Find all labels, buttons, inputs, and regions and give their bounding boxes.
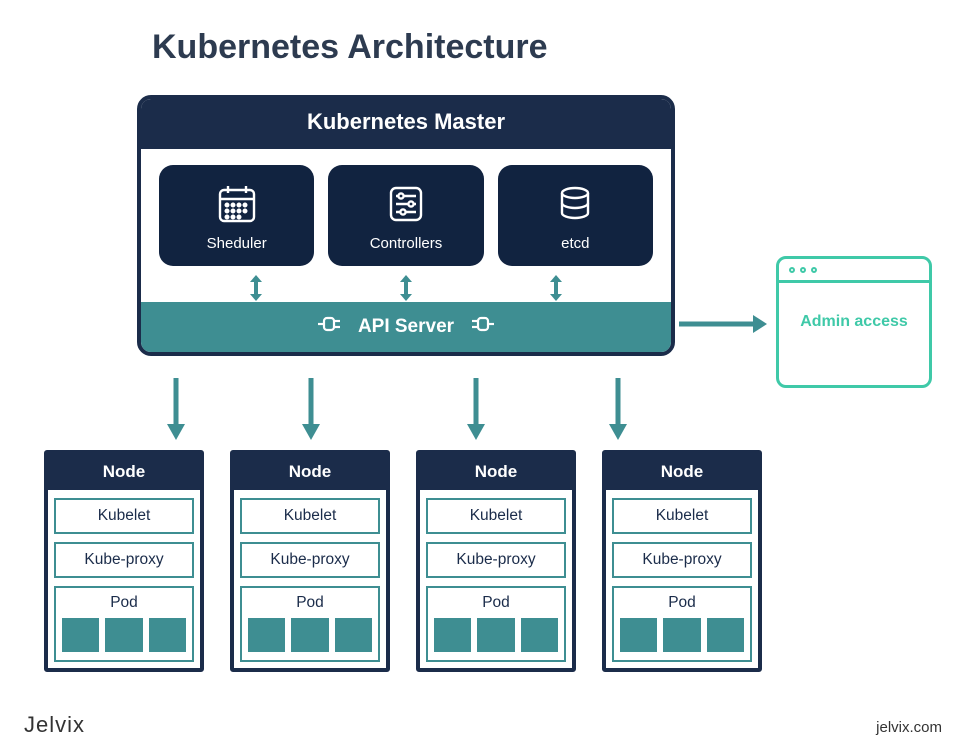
brand-logo: Jelvix — [24, 712, 85, 738]
arrow-down-icon — [165, 378, 187, 442]
pod-label: Pod — [296, 594, 324, 611]
node-header: Node — [420, 454, 572, 490]
admin-window-header — [779, 259, 929, 283]
arrow-down-icon — [607, 378, 629, 442]
pod-boxes — [62, 618, 186, 652]
database-icon — [554, 183, 596, 225]
node-container: Node Kubelet Kube-proxy Pod — [602, 450, 762, 672]
etcd-label: etcd — [561, 235, 589, 252]
kubelet-section: Kubelet — [54, 498, 194, 534]
nodes-row: Node Kubelet Kube-proxy Pod Node Kubelet… — [44, 450, 762, 672]
sliders-icon — [385, 183, 427, 225]
double-arrow-icon — [397, 274, 415, 302]
node-container: Node Kubelet Kube-proxy Pod — [416, 450, 576, 672]
plug-icon — [468, 314, 494, 340]
brand-url: jelvix.com — [876, 719, 942, 736]
double-arrow-icon — [547, 274, 565, 302]
kube-proxy-section: Kube-proxy — [426, 542, 566, 578]
pod-section: Pod — [240, 586, 380, 662]
window-dot-icon — [800, 267, 806, 273]
pod-label: Pod — [110, 594, 138, 611]
window-dot-icon — [789, 267, 795, 273]
node-header: Node — [48, 454, 200, 490]
api-server-bar: API Server — [141, 302, 671, 352]
arrow-right-icon — [679, 313, 769, 335]
pod-boxes — [434, 618, 558, 652]
pod-label: Pod — [482, 594, 510, 611]
etcd-component: etcd — [498, 165, 653, 266]
kubelet-section: Kubelet — [426, 498, 566, 534]
kubelet-section: Kubelet — [612, 498, 752, 534]
calendar-icon — [216, 183, 258, 225]
pod-box-icon — [663, 618, 700, 652]
controllers-component: Controllers — [328, 165, 483, 266]
admin-access-box: Admin access — [776, 256, 932, 388]
window-dot-icon — [811, 267, 817, 273]
controllers-label: Controllers — [370, 235, 443, 252]
pod-section: Pod — [54, 586, 194, 662]
master-body: Sheduler Controllers etcd — [141, 149, 671, 274]
kube-proxy-section: Kube-proxy — [240, 542, 380, 578]
page-title: Kubernetes Architecture — [152, 28, 548, 67]
node-container: Node Kubelet Kube-proxy Pod — [44, 450, 204, 672]
kube-proxy-section: Kube-proxy — [612, 542, 752, 578]
api-server-label: API Server — [358, 316, 454, 338]
pod-box-icon — [291, 618, 328, 652]
kube-proxy-section: Kube-proxy — [54, 542, 194, 578]
pod-box-icon — [521, 618, 558, 652]
pod-box-icon — [248, 618, 285, 652]
pod-box-icon — [62, 618, 99, 652]
scheduler-component: Sheduler — [159, 165, 314, 266]
kubelet-section: Kubelet — [240, 498, 380, 534]
node-header: Node — [606, 454, 758, 490]
pod-label: Pod — [668, 594, 696, 611]
arrow-down-icon — [300, 378, 322, 442]
pod-box-icon — [477, 618, 514, 652]
pod-box-icon — [620, 618, 657, 652]
scheduler-label: Sheduler — [207, 235, 267, 252]
pod-section: Pod — [612, 586, 752, 662]
kubernetes-master-container: Kubernetes Master Sheduler — [137, 95, 675, 356]
master-internal-arrows — [141, 274, 671, 302]
pod-box-icon — [707, 618, 744, 652]
master-header: Kubernetes Master — [141, 99, 671, 149]
node-header: Node — [234, 454, 386, 490]
node-container: Node Kubelet Kube-proxy Pod — [230, 450, 390, 672]
pod-boxes — [248, 618, 372, 652]
pod-box-icon — [335, 618, 372, 652]
admin-access-label: Admin access — [779, 283, 929, 333]
double-arrow-icon — [247, 274, 265, 302]
pod-boxes — [620, 618, 744, 652]
pod-box-icon — [434, 618, 471, 652]
pod-box-icon — [149, 618, 186, 652]
plug-icon — [318, 314, 344, 340]
arrow-down-icon — [465, 378, 487, 442]
pod-box-icon — [105, 618, 142, 652]
pod-section: Pod — [426, 586, 566, 662]
